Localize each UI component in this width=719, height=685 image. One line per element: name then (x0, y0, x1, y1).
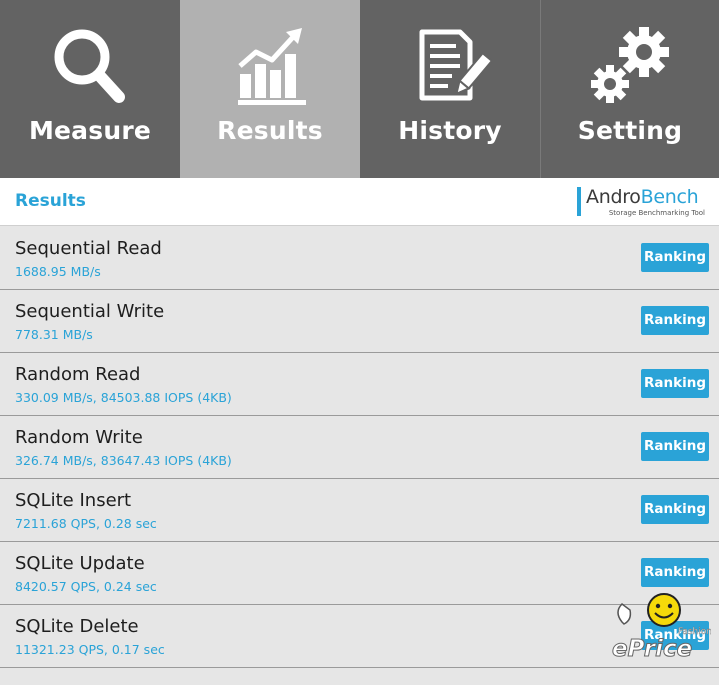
tab-results-label: Results (217, 116, 323, 145)
ranking-button[interactable]: Ranking (641, 243, 709, 272)
result-name: Random Read (15, 364, 141, 385)
tab-history[interactable]: History (360, 0, 540, 178)
result-row-sequential-read: Sequential Read 1688.95 MB/s Ranking (0, 227, 719, 290)
result-row-sequential-write: Sequential Write 778.31 MB/s Ranking (0, 290, 719, 353)
result-row-sqlite-update: SQLite Update 8420.57 QPS, 0.24 sec Rank… (0, 542, 719, 605)
result-value: 330.09 MB/s, 84503.88 IOPS (4KB) (15, 390, 232, 405)
logo-wordmark: AndroBench (586, 186, 699, 208)
ranking-button[interactable]: Ranking (641, 306, 709, 335)
result-value: 1688.95 MB/s (15, 264, 101, 279)
ranking-button[interactable]: Ranking (641, 369, 709, 398)
document-pencil-icon (408, 24, 492, 108)
gears-icon (588, 24, 672, 108)
logo-tagline: Storage Benchmarking Tool (608, 209, 705, 217)
result-value: 7211.68 QPS, 0.28 sec (15, 516, 157, 531)
result-name: SQLite Delete (15, 616, 139, 637)
result-name: Sequential Write (15, 301, 165, 322)
ranking-button[interactable]: Ranking (641, 495, 709, 524)
bar-chart-trend-icon (228, 24, 312, 108)
tab-history-label: History (398, 116, 502, 145)
result-name: Sequential Read (15, 238, 162, 259)
top-tab-bar: Measure Results History Setting (0, 0, 719, 178)
ranking-button[interactable]: Ranking (641, 432, 709, 461)
result-value: 11321.23 QPS, 0.17 sec (15, 642, 165, 657)
results-list: Sequential Read 1688.95 MB/s Ranking Seq… (0, 227, 719, 668)
tab-setting-label: Setting (577, 116, 683, 145)
tab-measure-label: Measure (28, 116, 152, 145)
result-row-sqlite-insert: SQLite Insert 7211.68 QPS, 0.28 sec Rank… (0, 479, 719, 542)
result-value: 8420.57 QPS, 0.24 sec (15, 579, 157, 594)
results-header: Results AndroBench Storage Benchmarking … (0, 178, 719, 226)
result-name: SQLite Insert (15, 490, 132, 511)
result-value: 778.31 MB/s (15, 327, 93, 342)
magnifier-icon (48, 24, 132, 108)
androbench-logo: AndroBench Storage Benchmarking Tool (577, 186, 705, 217)
ranking-button[interactable]: Ranking (641, 621, 709, 650)
result-row-random-write: Random Write 326.74 MB/s, 83647.43 IOPS … (0, 416, 719, 479)
result-row-random-read: Random Read 330.09 MB/s, 84503.88 IOPS (… (0, 353, 719, 416)
result-name: SQLite Update (15, 553, 145, 574)
logo-accent-bar (577, 187, 581, 216)
tab-measure[interactable]: Measure (0, 0, 180, 178)
tab-setting[interactable]: Setting (540, 0, 719, 178)
tab-results[interactable]: Results (180, 0, 360, 178)
page-title: Results (15, 191, 86, 211)
result-value: 326.74 MB/s, 83647.43 IOPS (4KB) (15, 453, 232, 468)
result-name: Random Write (15, 427, 143, 448)
ranking-button[interactable]: Ranking (641, 558, 709, 587)
result-row-sqlite-delete: SQLite Delete 11321.23 QPS, 0.17 sec Ran… (0, 605, 719, 668)
